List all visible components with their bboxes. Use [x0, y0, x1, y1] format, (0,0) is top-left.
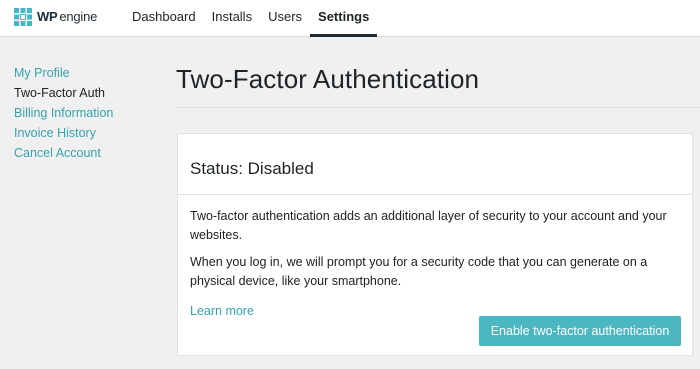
- wpengine-logo[interactable]: WP engine: [14, 8, 97, 26]
- top-nav-bar: WP engine Dashboard Installs Users Setti…: [0, 0, 700, 37]
- wpengine-logo-icon: [14, 8, 32, 26]
- login-prompt-paragraph: When you log in, we will prompt you for …: [190, 255, 648, 288]
- nav-installs[interactable]: Installs: [204, 0, 260, 36]
- sidebar-item-two-factor-auth[interactable]: Two-Factor Auth: [14, 83, 154, 103]
- sidebar-item-billing-information[interactable]: Billing Information: [14, 103, 154, 123]
- learn-more-link[interactable]: Learn more: [190, 302, 254, 321]
- sidebar-item-my-profile[interactable]: My Profile: [14, 63, 154, 83]
- settings-sidebar: My Profile Two-Factor Auth Billing Infor…: [14, 63, 154, 163]
- nav-dashboard[interactable]: Dashboard: [124, 0, 204, 36]
- page-title: Two-Factor Authentication: [176, 64, 480, 94]
- nav-settings[interactable]: Settings: [310, 0, 378, 37]
- card-body: Two-factor authentication adds an additi…: [178, 195, 692, 321]
- enable-two-factor-button[interactable]: Enable two-factor authentication: [479, 316, 681, 346]
- wpengine-logo-text: WP engine: [37, 8, 97, 26]
- card-header: Status: Disabled: [178, 134, 692, 195]
- two-factor-status-card: Status: Disabled Two-factor authenticati…: [177, 133, 693, 356]
- sidebar-item-cancel-account[interactable]: Cancel Account: [14, 143, 154, 163]
- main-nav: Dashboard Installs Users Settings: [124, 0, 378, 37]
- logo-engine-text: engine: [59, 9, 98, 24]
- description-paragraph: Two-factor authentication adds an additi…: [190, 209, 667, 242]
- logo-wp-text: WP: [37, 9, 58, 24]
- title-divider: [176, 107, 700, 108]
- sidebar-item-invoice-history[interactable]: Invoice History: [14, 123, 154, 143]
- nav-users[interactable]: Users: [260, 0, 310, 36]
- status-heading: Status: Disabled: [190, 159, 314, 178]
